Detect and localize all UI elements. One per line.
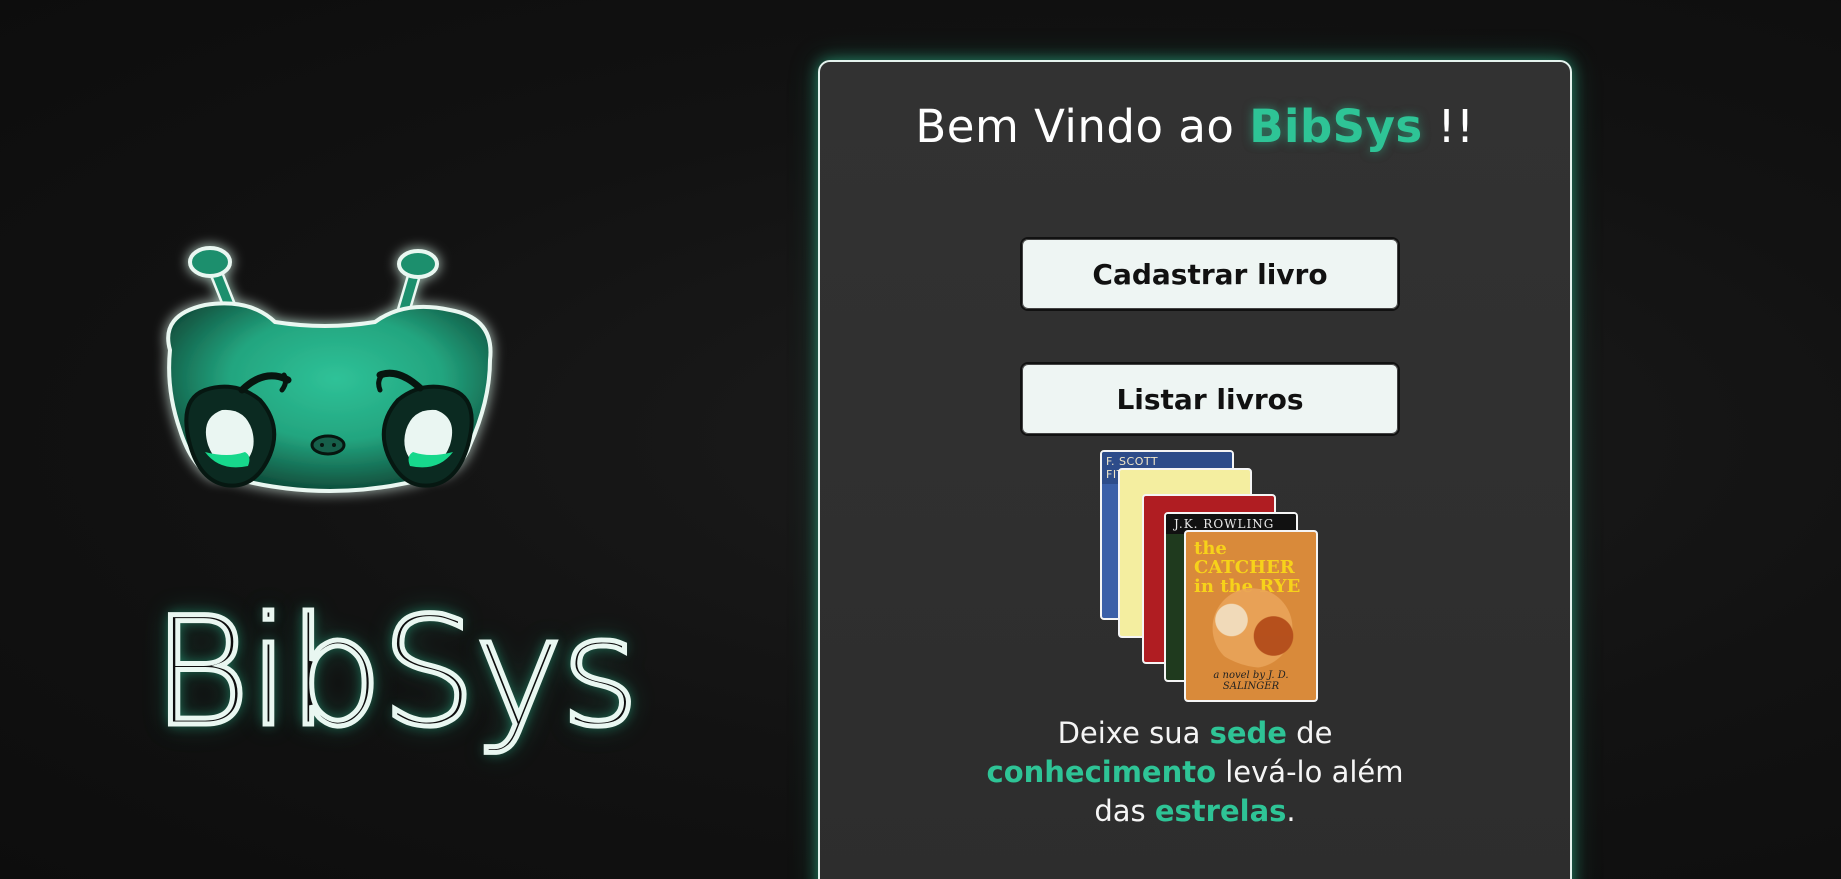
quote-text: levá-lo além — [1216, 755, 1404, 789]
quote-highlight: conhecimento — [986, 755, 1217, 789]
list-books-button[interactable]: Listar livros — [1020, 362, 1400, 436]
book-cover-art — [1200, 588, 1305, 668]
alien-mascot-logo — [130, 240, 530, 580]
welcome-card: Bem Vindo ao BibSys !! Cadastrar livro L… — [818, 60, 1572, 879]
home-page: BibSys Bem Vindo ao BibSys !! Cadastrar … — [0, 0, 1841, 879]
welcome-title: Bem Vindo ao BibSys !! — [820, 100, 1570, 153]
tagline-quote: Deixe sua sede de conhecimento levá-lo a… — [820, 714, 1570, 831]
brand-area: BibSys — [130, 240, 642, 780]
quote-text: das — [1094, 794, 1155, 828]
book-cover: the CATCHER in the RYE a novel by J. D. … — [1184, 530, 1318, 702]
brand-wordmark: BibSys — [149, 586, 641, 760]
book-cover-text: the CATCHER in the RYE — [1194, 538, 1301, 597]
quote-highlight: sede — [1209, 716, 1287, 750]
book-author-text: a novel by J. D. SALINGER — [1213, 670, 1289, 692]
quote-highlight: estrelas — [1154, 794, 1287, 828]
welcome-brand-highlight: BibSys — [1249, 100, 1423, 153]
quote-text: . — [1286, 794, 1296, 828]
welcome-prefix: Bem Vindo ao — [915, 100, 1250, 153]
welcome-suffix: !! — [1422, 100, 1475, 153]
quote-text: de — [1286, 716, 1333, 750]
book-stack-illustration: F. SCOTT FITZGERALD J.K. ROWLING the CAT… — [1100, 450, 1340, 702]
register-book-button[interactable]: Cadastrar livro — [1020, 237, 1400, 311]
quote-text: Deixe sua — [1057, 716, 1210, 750]
